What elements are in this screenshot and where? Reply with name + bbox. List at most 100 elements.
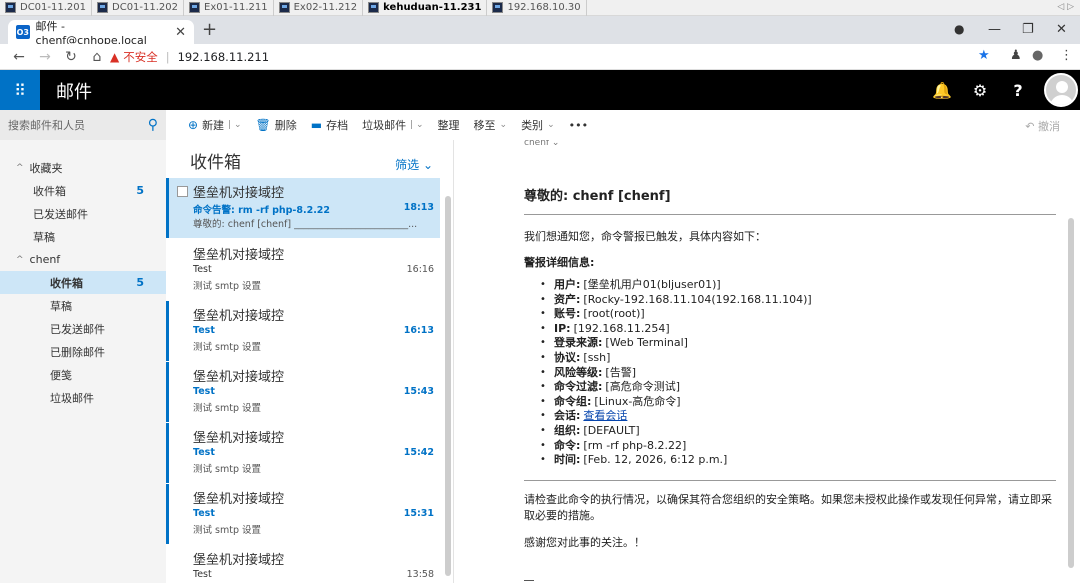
list-item[interactable]: 堡垒机对接域控 Test 15:42 测试 smtp 设置 [166,423,440,483]
back-icon[interactable]: ← [12,49,26,65]
undo-button[interactable]: ↶ 撤消 [1025,118,1060,134]
tab-scroll-arrows-icon[interactable]: ◁ ▷ [1057,2,1074,12]
detail-item: • IP: [192.168.11.254] [540,321,670,335]
chevron-down-icon[interactable]: | ⌄ [228,120,241,130]
app-launcher-icon[interactable]: ⠿ [0,70,40,110]
browser-tab-title: 邮件 - chenf@cnhope.local [35,19,147,47]
list-item[interactable]: 堡垒机对接域控 Test 16:16 测试 smtp 设置 [166,240,440,300]
omnibox[interactable]: ▲ 不安全 | 192.168.11.211 [110,47,970,67]
detail-item: • 时间: [Feb. 12, 2026, 6:12 p.m.] [540,453,728,467]
junk-button[interactable]: 垃圾邮件 | ⌄ [362,117,423,133]
reload-icon[interactable]: ↻ [64,49,78,65]
list-scroll-thumb[interactable] [445,196,451,576]
list-item[interactable]: 堡垒机对接域控 Test 15:31 测试 smtp 设置 [166,484,440,544]
home-icon[interactable]: ⌂ [90,49,104,65]
remote-desktop-tabbar: DC01-11.201 DC01-11.202 Ex01-11.211 Ex02… [0,0,1080,16]
chevron-down-icon: ⌄ [422,158,433,172]
favorite-item-drafts[interactable]: 草稿 [0,225,166,248]
remote-desktop-icon [189,2,201,13]
list-item[interactable]: 堡垒机对接域控 命令告警: rm -rf php-8.2.22 18:13 尊敬… [166,178,440,238]
account-header[interactable]: ^ chenf [0,248,166,271]
new-tab-icon[interactable]: + [202,20,217,40]
restore-icon[interactable]: ❐ [1022,22,1034,37]
move-to-button[interactable]: 移至 ⌄ [474,117,508,133]
tab-close-icon[interactable]: ✕ [175,25,186,40]
collapse-caret-icon[interactable]: ^ [16,255,24,265]
bookmark-star-icon[interactable]: ★ [978,48,990,63]
browser-menu-icon[interactable]: ⋮ [1060,48,1073,63]
outlook-favicon-icon: O3 [16,25,30,39]
url-text[interactable]: 192.168.11.211 [178,50,269,64]
command-row: 搜索邮件和人员 ⚲ ⊕ 新建 | ⌄ 🗑 删除 ▬ 存档 垃圾邮件 | ⌄ 整理 移至 ⌄ … [0,110,1080,140]
divider [524,480,1056,481]
delete-button[interactable]: 🗑 删除 [256,117,297,133]
owa-header: ⠿ 邮件 🔔 ⚙ ? [0,70,1080,110]
favorite-item-sent[interactable]: 已发送邮件 [0,202,166,225]
rd-tab-192-168-10-30[interactable]: 192.168.10.30 [487,0,587,16]
detail-item-session: • 会话: 查看会话 [540,409,628,424]
folder-item-deleted[interactable]: 已删除邮件 [0,340,166,363]
remote-desktop-icon [5,2,16,13]
detail-item: • 组织: [DEFAULT] [540,423,640,437]
list-item[interactable]: 堡垒机对接域控 Test 13:58 [166,545,440,583]
window-close-icon[interactable]: ✕ [1056,22,1067,37]
rd-tab-dc01-202[interactable]: DC01-11.202 [92,0,185,16]
reading-scrollbar[interactable] [1068,218,1074,568]
folder-item-notes[interactable]: 便笺 [0,363,166,386]
filter-button[interactable]: 筛选 ⌄ [395,156,433,173]
sweep-button[interactable]: 整理 [438,117,460,133]
search-icon[interactable]: ⚲ [148,117,158,133]
collapse-caret-icon[interactable]: ^ [16,163,24,173]
category-button[interactable]: 类别 ⌄ [521,117,555,133]
more-actions-button[interactable]: ••• [569,119,588,132]
detail-item: • 用户: [堡垒机用户01(bljuser01)] [540,278,721,291]
list-item[interactable]: 堡垒机对接域控 Test 15:43 测试 smtp 设置 [166,362,440,422]
detail-item: • 资产: [Rocky-192.168.11.104(192.168.11.104… [540,292,812,306]
forward-icon[interactable]: → [38,49,52,65]
notification-bell-icon[interactable]: 🔔 [924,70,960,110]
archive-icon: ▬ [310,118,323,132]
detail-item: • 风险等级: [告警] [540,365,636,379]
profile-icon[interactable]: ● [1032,48,1043,63]
list-scrollbar[interactable] [445,186,451,576]
select-checkbox[interactable] [177,186,188,197]
folder-item-drafts[interactable]: 草稿 [0,294,166,317]
email-greeting: 尊敬的: chenf [chenf] [524,189,671,204]
remote-desktop-icon [492,2,504,13]
detail-item: • 命令组: [Linux-高危命令] [540,394,681,408]
new-button[interactable]: ⊕ 新建 | ⌄ [188,117,242,133]
browser-tabstrip: O3 邮件 - chenf@cnhope.local ✕ + ● — ❐ ✕ [0,16,1080,47]
minimize-icon[interactable]: — [988,22,1001,37]
recipient-label[interactable]: chenf ⌄ [524,140,559,148]
insecure-label: 不安全 [123,50,158,64]
email-intro: 我们想通知您，命令警报已触发，具体内容如下： [524,230,766,243]
extension-icon[interactable]: ♟ [1010,48,1022,63]
browser-tab-mail[interactable]: O3 邮件 - chenf@cnhope.local ✕ [8,19,194,47]
search-input[interactable]: 搜索邮件和人员 ⚲ [0,110,166,140]
warning-icon: ▲ [110,50,120,64]
rd-tab-ex01[interactable]: Ex01-11.211 [184,0,274,16]
favorite-item-inbox[interactable]: 收件箱 5 [0,179,166,202]
settings-gear-icon[interactable]: ⚙ [962,70,998,110]
plus-circle-icon: ⊕ [188,118,199,132]
favorites-header[interactable]: ^ 收藏夹 [0,156,166,179]
view-session-link[interactable]: 查看会话 [583,409,627,424]
archive-button[interactable]: ▬ 存档 [311,117,348,133]
divider [524,580,534,581]
reading-pane: chenf ⌄ 尊敬的: chenf [chenf] 我们想通知您，命令警报已触… [454,140,1080,583]
trash-icon: 🗑 [255,118,271,132]
list-item[interactable]: 堡垒机对接域控 Test 16:13 测试 smtp 设置 [166,301,440,361]
chevron-down-icon[interactable]: | ⌄ [410,120,423,130]
folder-item-inbox[interactable]: 收件箱 5 [0,271,166,294]
avatar[interactable] [1044,73,1078,107]
rd-tab-ex02[interactable]: Ex02-11.212 [274,0,364,16]
profile-dropdown-icon[interactable]: ● [954,22,964,36]
rd-tab-dc01-201[interactable]: DC01-11.201 [0,0,93,16]
alert-details-list: • 用户: [堡垒机用户01(bljuser01)] • 资产: [Rocky-192.… [540,278,812,468]
help-icon[interactable]: ? [1000,70,1036,110]
toolbar: ⊕ 新建 | ⌄ 🗑 删除 ▬ 存档 垃圾邮件 | ⌄ 整理 移至 ⌄ 类别 ⌄ ••• [166,110,1080,140]
rd-tab-kehuduan[interactable]: kehuduan-11.231 [363,0,488,16]
folder-item-junk[interactable]: 垃圾邮件 [0,386,166,409]
folder-item-sent[interactable]: 已发送邮件 [0,317,166,340]
details-heading: 警报详细信息: [524,256,595,269]
